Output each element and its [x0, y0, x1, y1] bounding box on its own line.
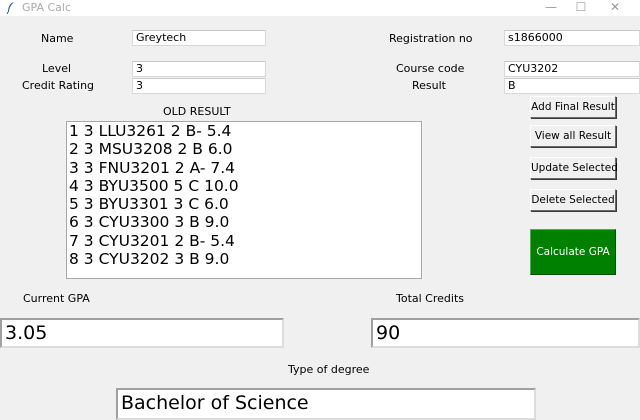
- registration-label: Registration no: [389, 32, 473, 45]
- level-label: Level: [42, 62, 72, 75]
- name-label: Name: [41, 32, 74, 45]
- credit-rating-field[interactable]: 3: [132, 78, 266, 94]
- result-field[interactable]: B: [504, 78, 640, 94]
- delete-selected-button[interactable]: Delete Selected: [530, 189, 616, 211]
- course-code-label: Course code: [396, 62, 465, 75]
- list-item[interactable]: 4 3 BYU3500 5 C 10.0: [67, 177, 421, 195]
- current-gpa-field[interactable]: 3.05: [0, 318, 284, 348]
- list-item[interactable]: 6 3 CYU3300 3 B 9.0: [67, 213, 421, 231]
- result-label: Result: [412, 79, 446, 92]
- maximize-button[interactable]: ☐: [566, 0, 596, 17]
- course-code-field[interactable]: CYU3202: [504, 61, 640, 77]
- degree-type-field[interactable]: Bachelor of Science: [116, 388, 536, 420]
- list-item[interactable]: 1 3 LLU3261 2 B- 5.4: [67, 122, 421, 140]
- update-selected-button[interactable]: Update Selected: [530, 157, 618, 179]
- minimize-button[interactable]: —: [536, 0, 566, 17]
- degree-type-label: Type of degree: [288, 363, 370, 376]
- level-field[interactable]: 3: [132, 61, 266, 77]
- name-field[interactable]: Greytech: [132, 30, 266, 46]
- list-item[interactable]: 5 3 BYU3301 3 C 6.0: [67, 195, 421, 213]
- add-final-result-button[interactable]: Add Final Result: [530, 96, 616, 118]
- list-item[interactable]: 2 3 MSU3208 2 B 6.0: [67, 140, 421, 158]
- close-button[interactable]: ✕: [600, 0, 630, 17]
- registration-field[interactable]: s1866000: [504, 30, 640, 46]
- current-gpa-label: Current GPA: [23, 292, 90, 305]
- window-title: GPA Calc: [22, 1, 72, 14]
- total-credits-field[interactable]: 90: [371, 318, 640, 348]
- credit-rating-label: Credit Rating: [22, 79, 95, 92]
- old-result-label: OLD RESULT: [163, 105, 231, 118]
- old-result-list[interactable]: 1 3 LLU3261 2 B- 5.4 2 3 MSU3208 2 B 6.0…: [66, 121, 422, 279]
- total-credits-label: Total Credits: [396, 292, 464, 305]
- list-item[interactable]: 8 3 CYU3202 3 B 9.0: [67, 250, 421, 268]
- list-item[interactable]: 3 3 FNU3201 2 A- 7.4: [67, 159, 421, 177]
- feather-icon: [6, 1, 16, 15]
- calculate-gpa-button[interactable]: Calculate GPA: [530, 229, 616, 275]
- view-all-result-button[interactable]: View all Result: [530, 125, 616, 147]
- list-item[interactable]: 7 3 CYU3201 2 B- 5.4: [67, 232, 421, 250]
